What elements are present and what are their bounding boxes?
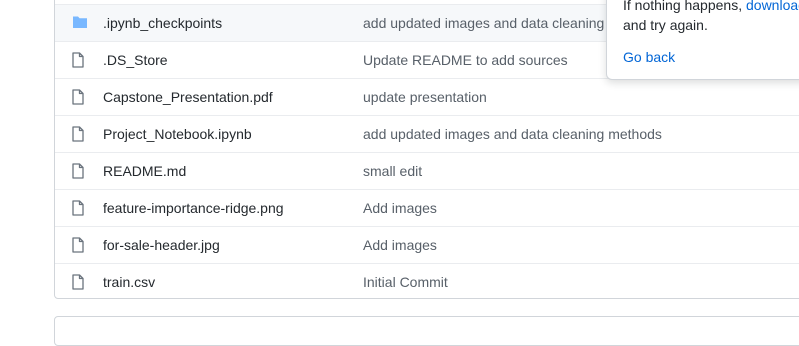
file-icon [72,200,86,216]
commit-message-link[interactable]: add updated images and data cleaning [363,14,604,32]
go-back-link[interactable]: Go back [623,47,675,67]
file-name-link[interactable]: .DS_Store [103,51,168,69]
file-icon [72,52,86,68]
download-link[interactable]: download [746,0,799,13]
file-icon [72,237,86,253]
file-row[interactable]: for-sale-header.jpg Add images [55,226,799,263]
commit-message-link[interactable]: Add images [363,199,437,217]
file-name-link[interactable]: Capstone_Presentation.pdf [103,88,273,106]
file-row[interactable]: Project_Notebook.ipynb add updated image… [55,115,799,152]
file-row[interactable]: README.md small edit [55,152,799,189]
file-icon [72,89,86,105]
file-icon [72,126,86,142]
file-name-link[interactable]: feature-importance-ridge.png [103,199,284,217]
popover-message-prefix: If nothing happens, [623,0,746,13]
commit-message-link[interactable]: Initial Commit [363,273,448,291]
file-name-link[interactable]: .ipynb_checkpoints [103,14,222,32]
file-icon [72,163,86,179]
popover-message: If nothing happens, download and try aga… [623,0,799,35]
commit-message-link[interactable]: add updated images and data cleaning met… [363,125,662,143]
file-name-link[interactable]: train.csv [103,273,155,291]
folder-icon [72,15,87,31]
commit-message-link[interactable]: small edit [363,162,422,180]
file-name-link[interactable]: for-sale-header.jpg [103,236,220,254]
file-row[interactable]: train.csv Initial Commit [55,263,799,298]
file-icon [72,274,86,290]
file-row[interactable]: Capstone_Presentation.pdf update present… [55,78,799,115]
file-name-link[interactable]: Project_Notebook.ipynb [103,125,252,143]
file-row[interactable]: feature-importance-ridge.png Add images [55,189,799,226]
download-popover: If nothing happens, download and try aga… [606,0,799,80]
readme-box [54,316,799,346]
file-name-link[interactable]: README.md [103,162,186,180]
commit-message-link[interactable]: Add images [363,236,437,254]
commit-message-link[interactable]: update presentation [363,88,487,106]
commit-message-link[interactable]: Update README to add sources [363,51,568,69]
popover-message-line2: and try again. [623,17,708,33]
